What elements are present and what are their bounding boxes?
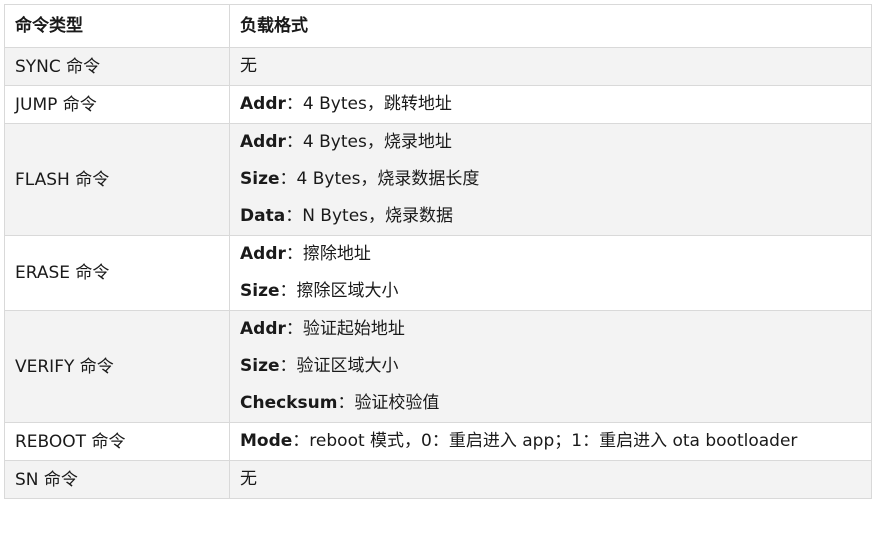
payload-line: Size：验证区域大小 bbox=[240, 348, 861, 385]
payload-line: Mode：reboot 模式，0：重启进入 app；1：重启进入 ota boo… bbox=[240, 423, 861, 460]
document-page: 命令类型 负载格式 SYNC 命令 无 JUMP 命令 Addr：4 Bytes bbox=[0, 0, 875, 544]
payload-value: 4 Bytes，烧录地址 bbox=[302, 132, 452, 152]
header-payload-format: 负载格式 bbox=[229, 4, 872, 48]
payload-key: Addr bbox=[240, 244, 286, 264]
payload-sep: ： bbox=[285, 319, 303, 339]
table-row-sync: SYNC 命令 无 bbox=[4, 47, 872, 86]
cell-command: REBOOT 命令 bbox=[4, 422, 230, 461]
table-row-verify: VERIFY 命令 Addr：验证起始地址 Size：验证区域大小 Checks… bbox=[4, 310, 872, 423]
cell-payload: Addr：4 Bytes，烧录地址 Size：4 Bytes，烧录数据长度 Da… bbox=[229, 123, 872, 236]
payload-value: reboot 模式，0：重启进入 app；1：重启进入 ota bootload… bbox=[309, 431, 798, 451]
payload-value: 擦除区域大小 bbox=[296, 281, 399, 301]
payload-line: Addr：验证起始地址 bbox=[240, 311, 861, 348]
payload-value: 验证起始地址 bbox=[302, 319, 405, 339]
payload-key: Size bbox=[240, 356, 280, 376]
cell-payload: 无 bbox=[229, 47, 872, 86]
cell-command: SN 命令 bbox=[4, 460, 230, 499]
cell-command: ERASE 命令 bbox=[4, 235, 230, 311]
cell-command: FLASH 命令 bbox=[4, 123, 230, 236]
payload-line: 无 bbox=[240, 461, 861, 498]
cell-command: VERIFY 命令 bbox=[4, 310, 230, 423]
cell-command: JUMP 命令 bbox=[4, 85, 230, 124]
payload-value: 擦除地址 bbox=[302, 244, 371, 264]
payload-value: 无 bbox=[240, 469, 257, 489]
payload-value: 4 Bytes，跳转地址 bbox=[302, 94, 452, 114]
payload-value: N Bytes，烧录数据 bbox=[302, 206, 454, 226]
payload-line: Addr：4 Bytes，跳转地址 bbox=[240, 86, 861, 123]
payload-value: 无 bbox=[240, 56, 257, 76]
payload-sep: ： bbox=[285, 94, 303, 114]
payload-key: Addr bbox=[240, 132, 286, 152]
cell-payload: Addr：验证起始地址 Size：验证区域大小 Checksum：验证校验值 bbox=[229, 310, 872, 423]
payload-line: Checksum：验证校验值 bbox=[240, 385, 861, 422]
payload-key: Addr bbox=[240, 94, 286, 114]
payload-line: Size：擦除区域大小 bbox=[240, 273, 861, 310]
cell-payload: Addr：擦除地址 Size：擦除区域大小 bbox=[229, 235, 872, 311]
table-row-jump: JUMP 命令 Addr：4 Bytes，跳转地址 bbox=[4, 85, 872, 124]
payload-line: Data：N Bytes，烧录数据 bbox=[240, 198, 861, 235]
payload-key: Mode bbox=[240, 431, 293, 451]
payload-value: 4 Bytes，烧录数据长度 bbox=[296, 169, 480, 189]
header-command-type: 命令类型 bbox=[4, 4, 230, 48]
table-row-flash: FLASH 命令 Addr：4 Bytes，烧录地址 Size：4 Bytes，… bbox=[4, 123, 872, 236]
payload-line: 无 bbox=[240, 48, 861, 85]
cell-payload: Addr：4 Bytes，跳转地址 bbox=[229, 85, 872, 124]
payload-sep: ： bbox=[279, 281, 297, 301]
cell-payload: Mode：reboot 模式，0：重启进入 app；1：重启进入 ota boo… bbox=[229, 422, 872, 461]
payload-key: Size bbox=[240, 169, 280, 189]
table-row-erase: ERASE 命令 Addr：擦除地址 Size：擦除区域大小 bbox=[4, 235, 872, 311]
payload-sep: ： bbox=[285, 132, 303, 152]
cell-payload: 无 bbox=[229, 460, 872, 499]
payload-key: Addr bbox=[240, 319, 286, 339]
payload-sep: ： bbox=[279, 169, 297, 189]
payload-line: Addr：擦除地址 bbox=[240, 236, 861, 273]
payload-sep: ： bbox=[337, 393, 355, 413]
table-row-reboot: REBOOT 命令 Mode：reboot 模式，0：重启进入 app；1：重启… bbox=[4, 422, 872, 461]
cell-command: SYNC 命令 bbox=[4, 47, 230, 86]
table-row-sn: SN 命令 无 bbox=[4, 460, 872, 499]
payload-sep: ： bbox=[279, 356, 297, 376]
payload-line: Addr：4 Bytes，烧录地址 bbox=[240, 124, 861, 161]
payload-value: 验证区域大小 bbox=[296, 356, 399, 376]
payload-sep: ： bbox=[285, 206, 303, 226]
payload-key: Data bbox=[240, 206, 286, 226]
table-header-row: 命令类型 负载格式 bbox=[4, 4, 872, 48]
command-payload-table: 命令类型 负载格式 SYNC 命令 无 JUMP 命令 Addr：4 Bytes bbox=[4, 4, 872, 499]
payload-key: Size bbox=[240, 281, 280, 301]
payload-sep: ： bbox=[285, 244, 303, 264]
payload-value: 验证校验值 bbox=[354, 393, 440, 413]
payload-key: Checksum bbox=[240, 393, 338, 413]
payload-sep: ： bbox=[292, 431, 310, 451]
payload-line: Size：4 Bytes，烧录数据长度 bbox=[240, 161, 861, 198]
